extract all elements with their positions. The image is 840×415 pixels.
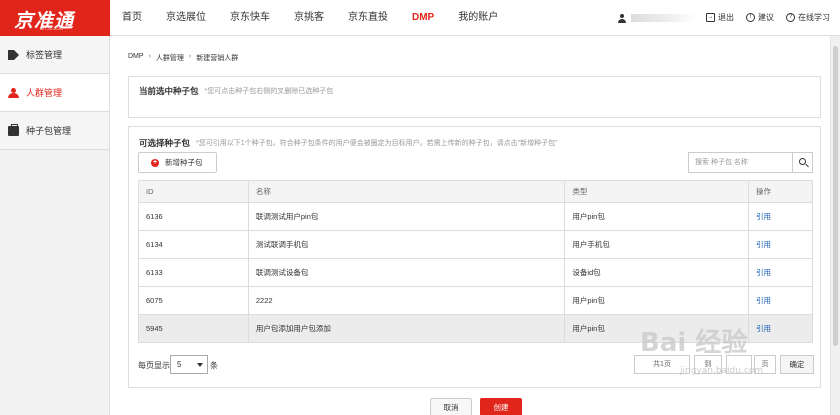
search-icon[interactable] [793, 152, 813, 173]
logout-icon: → [706, 13, 715, 22]
cell-id: 6133 [138, 258, 249, 287]
breadcrumb-separator-icon: › [148, 53, 151, 60]
baidu-jingyan-watermark: Bai 经验 jingyan.baidu.com [640, 322, 790, 392]
table-row: 6133 联调测试设备包 设备id包 引用 [138, 258, 813, 287]
cell-id: 6134 [138, 230, 249, 259]
per-page-select[interactable]: 5 [170, 355, 208, 374]
plus-icon: + [151, 158, 159, 167]
available-seed-title: 可选择种子包 [139, 138, 191, 148]
online-help-label: 在线学习 [798, 13, 830, 22]
table-row: 6136 联调测试用户pin包 用户pin包 引用 [138, 202, 813, 231]
scrollbar-thumb[interactable] [833, 46, 838, 346]
cell-name: 2222 [247, 286, 566, 315]
brand-logo[interactable]: 京准通 JZT.JD.COM [0, 0, 110, 36]
cell-name: 联调测试设备包 [247, 258, 566, 287]
column-header-type: 类型 [564, 180, 750, 203]
cancel-button[interactable]: 取消 [430, 398, 472, 415]
breadcrumb-item-dmp[interactable]: DMP [128, 53, 144, 63]
nav-item-jingtiaoke[interactable]: 京挑客 [282, 0, 336, 36]
cell-id: 6075 [138, 286, 249, 315]
cell-type: 用户pin包 [564, 202, 750, 231]
nav-item-my-account[interactable]: 我的账户 [446, 0, 510, 36]
watermark-text: Bai 经验 [640, 328, 748, 358]
create-button[interactable]: 创建 [480, 398, 522, 415]
per-page-unit: 条 [210, 361, 218, 370]
cell-type: 用户pin包 [564, 286, 750, 315]
lightbulb-icon: ! [746, 13, 755, 22]
new-seed-package-button[interactable]: + 新增种子包 [138, 152, 217, 173]
breadcrumb-item-current: 新建营销人群 [196, 55, 239, 62]
cell-name: 测试联调手机包 [247, 230, 566, 259]
seed-table: ID 名称 类型 操作 6136 联调测试用户pin包 用户pin包 引用 61… [138, 180, 813, 343]
selected-seed-hint: *您可点击种子包右侧的叉删除已选种子包 [204, 88, 334, 95]
seed-search-input[interactable] [688, 152, 794, 173]
cell-name: 用户包添加用户包添加 [247, 314, 566, 343]
breadcrumb-separator-icon: › [188, 53, 192, 60]
watermark-subtext: jingyan.baidu.com [680, 366, 764, 376]
seed-search [688, 152, 813, 173]
user-name-redacted [631, 14, 695, 22]
briefcase-icon [8, 124, 19, 136]
available-seed-hint: *您可引用以下1个种子包，符合种子包条件的用户便会被圈定为目标用户。若需上传新的… [196, 140, 558, 147]
nav-item-jingxuan[interactable]: 京选展位 [154, 0, 218, 36]
nav-item-dmp[interactable]: DMP [400, 0, 446, 36]
form-actions: 取消 创建 [430, 398, 522, 415]
reference-link[interactable]: 引用 [748, 230, 813, 259]
online-help-button[interactable]: ? 在线学习 [786, 12, 830, 23]
tag-icon [8, 50, 19, 60]
selected-seed-panel: 当前选中种子包 *您可点击种子包右侧的叉删除已选种子包 [128, 76, 821, 118]
column-header-id: ID [138, 180, 249, 203]
breadcrumb-item-audience[interactable]: 人群管理 [156, 53, 184, 63]
table-row: 6134 测试联调手机包 用户手机包 引用 [138, 230, 813, 259]
sidebar-item-audience[interactable]: 人群管理 [0, 74, 109, 112]
table-header-row: ID 名称 类型 操作 [138, 180, 813, 203]
cell-type: 用户手机包 [564, 230, 750, 259]
new-seed-package-label: 新增种子包 [165, 158, 203, 167]
reference-link[interactable]: 引用 [748, 258, 813, 287]
reference-link[interactable]: 引用 [748, 286, 813, 315]
suggest-label: 建议 [758, 13, 774, 22]
per-page-value: 5 [177, 360, 182, 369]
table-row: 6075 2222 用户pin包 引用 [138, 286, 813, 315]
sidebar-item-label: 种子包管理 [26, 126, 72, 136]
sidebar-item-tags[interactable]: 标签管理 [0, 36, 109, 74]
sidebar: 标签管理 人群管理 种子包管理 [0, 36, 110, 415]
cell-type: 设备id包 [564, 258, 750, 287]
selected-seed-title: 当前选中种子包 [139, 86, 199, 96]
main-nav: 首页 京选展位 京东快车 京挑客 京东直投 DMP 我的账户 [110, 0, 510, 36]
column-header-action: 操作 [748, 180, 813, 203]
cell-id: 6136 [138, 202, 249, 231]
per-page-label: 每页显示 [138, 361, 170, 370]
reference-link[interactable]: 引用 [748, 202, 813, 231]
sidebar-item-seed-packages[interactable]: 种子包管理 [0, 112, 109, 150]
nav-item-home[interactable]: 首页 [110, 0, 154, 36]
top-navbar: 京准通 JZT.JD.COM 首页 京选展位 京东快车 京挑客 京东直投 DMP… [0, 0, 840, 36]
user-info[interactable] [618, 12, 695, 24]
nav-item-kuaiche[interactable]: 京东快车 [218, 0, 282, 36]
user-icon [618, 13, 626, 23]
sidebar-item-label: 标签管理 [26, 50, 63, 60]
breadcrumb: DMP › 人群管理 › 新建营销人群 [128, 53, 238, 63]
logout-label: 退出 [718, 13, 734, 22]
help-icon: ? [786, 13, 795, 22]
logout-button[interactable]: → 退出 [706, 12, 734, 23]
column-header-name: 名称 [247, 180, 566, 203]
chevron-down-icon [197, 363, 203, 367]
people-icon [8, 88, 19, 98]
vertical-scrollbar[interactable] [830, 36, 840, 415]
cell-name: 联调测试用户pin包 [247, 202, 566, 231]
sidebar-item-label: 人群管理 [26, 88, 63, 98]
nav-item-zhitou[interactable]: 京东直投 [336, 0, 400, 36]
cell-id: 5945 [138, 314, 249, 343]
logo-subtext: JZT.JD.COM [40, 26, 63, 31]
suggest-button[interactable]: ! 建议 [746, 12, 774, 23]
